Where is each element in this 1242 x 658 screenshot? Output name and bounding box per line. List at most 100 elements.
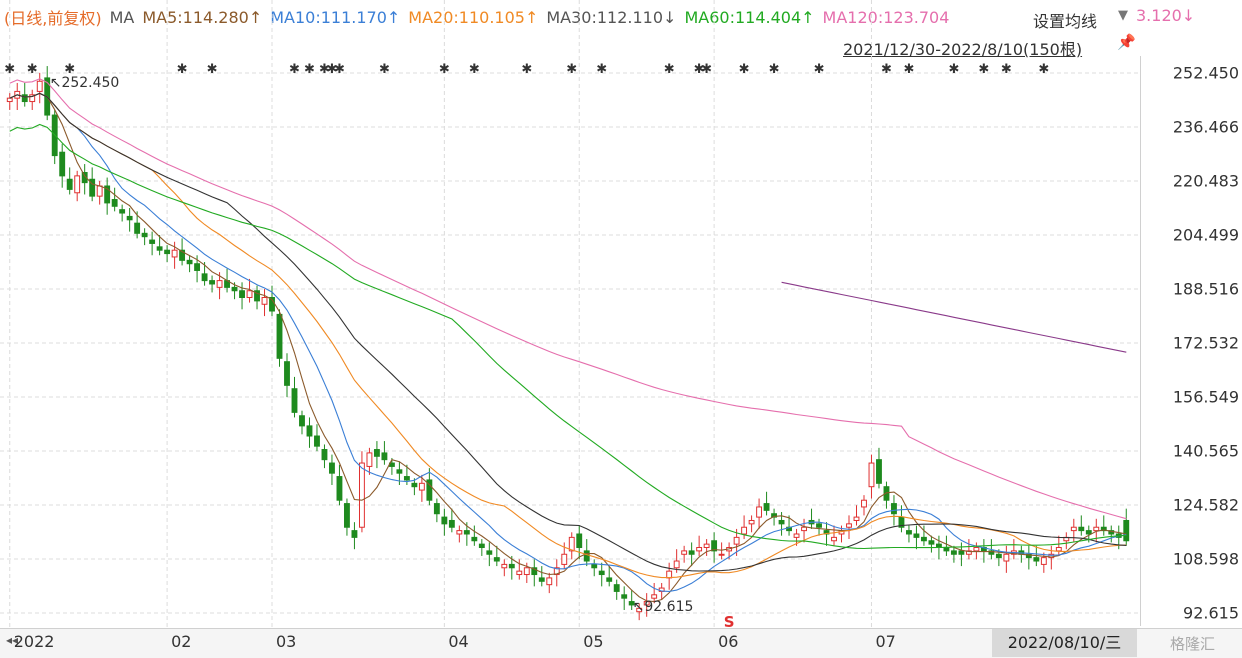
- candle-body: [344, 503, 350, 528]
- y-tick-label: 172.532: [1172, 333, 1239, 353]
- candle-body: [358, 462, 365, 528]
- candlestick-plot[interactable]: ✱ ✱ ✱ ✱ ✱ ✱ ✱ ✱✱✱ ✱ ✱ ✱ ✱ ✱ ✱ ✱ ✱✱ ✱ ✱ ✱ ✱ ✱ ✱ ✱ ✱ ✱ ↖252.450↖92…: [0, 0, 1140, 628]
- x-tick-label: 07: [875, 632, 896, 651]
- candle-body: [853, 516, 860, 521]
- event-mark: ✱: [701, 62, 712, 77]
- candle-body: [995, 553, 1002, 559]
- candle-body: [396, 469, 403, 474]
- candle-body: [973, 547, 980, 552]
- candle-body: [291, 388, 298, 413]
- candle-body: [403, 476, 410, 481]
- kline-chart-panel: (日线,前复权) MA MA5:114.280↑ MA10:111.170↑ M…: [0, 0, 1242, 658]
- candle-body: [688, 550, 695, 555]
- candle-body: [876, 459, 882, 484]
- candle-body: [718, 553, 725, 556]
- candle-body: [621, 594, 628, 599]
- candle-body: [1085, 530, 1092, 535]
- candle-body: [741, 526, 748, 535]
- ma250-value-partial: 3.120↓: [1136, 6, 1196, 25]
- time-axis: ◂◂ 2022 02 03 04 05 06 07 2022/08/10/三 格隆汇: [0, 628, 1242, 658]
- candle-body: [284, 361, 290, 386]
- candle-body: [411, 482, 418, 488]
- y-tick-label: 188.516: [1172, 279, 1239, 299]
- candle-body: [598, 570, 605, 576]
- x-tick-label: 03: [276, 632, 297, 651]
- candle-body: [816, 523, 822, 528]
- watermark-logo: 格隆汇: [1170, 635, 1216, 653]
- candle-body: [1033, 557, 1040, 562]
- candle-body: [561, 553, 568, 565]
- candle-body: [448, 519, 455, 528]
- high-price-label: ↖252.450: [50, 75, 120, 91]
- event-mark: ✱: [1038, 62, 1049, 77]
- candle-body: [801, 526, 807, 532]
- event-mark: ✱: [596, 62, 607, 77]
- event-mark: ✱: [978, 62, 989, 77]
- event-mark: ✱: [521, 62, 532, 77]
- candle-body: [209, 280, 216, 285]
- candle-body: [651, 594, 658, 599]
- candle-body: [381, 452, 388, 461]
- candle-body: [366, 452, 373, 467]
- event-mark: ✱: [439, 62, 450, 77]
- candle-body: [516, 570, 523, 576]
- candle-body: [261, 297, 268, 305]
- ma30-line: [9, 92, 1127, 572]
- candle-body: [1093, 526, 1100, 532]
- candle-body: [1055, 547, 1062, 552]
- event-mark: ✱: [739, 62, 750, 77]
- candle-body: [928, 540, 935, 545]
- candle-body: [149, 239, 156, 244]
- y-tick-label: 108.598: [1172, 549, 1239, 569]
- candle-body: [126, 215, 133, 221]
- candle-body: [134, 222, 141, 234]
- event-mark: ✱: [566, 62, 577, 77]
- candle-body: [66, 178, 73, 190]
- candle-body: [1070, 526, 1077, 532]
- candle-body: [321, 449, 328, 461]
- y-tick-label: 220.483: [1172, 171, 1239, 191]
- event-mark: ✱: [903, 62, 914, 77]
- candle-body: [351, 530, 358, 538]
- y-tick-label: 236.466: [1172, 117, 1239, 137]
- candle-body: [613, 584, 620, 592]
- s-marker: S: [724, 613, 735, 628]
- low-price-label: ↖92.615: [633, 599, 694, 615]
- event-mark: ✱: [379, 62, 390, 77]
- candle-body: [493, 557, 500, 562]
- candle-body: [336, 476, 343, 501]
- candle-body: [673, 560, 680, 569]
- candle-body: [538, 577, 545, 582]
- candle-body: [194, 263, 201, 271]
- candle-body: [164, 249, 171, 255]
- candle-body: [456, 530, 463, 535]
- x-tick-label: 06: [718, 632, 739, 651]
- candle-body: [1123, 519, 1130, 542]
- candle-body: [74, 175, 81, 194]
- candle-body: [21, 94, 28, 103]
- event-mark: ✱: [27, 62, 38, 77]
- candle-body: [478, 543, 485, 549]
- candle-body: [246, 290, 253, 299]
- candle-body: [119, 209, 126, 214]
- candle-body: [523, 567, 530, 576]
- candle-body: [868, 462, 875, 488]
- candle-body: [171, 249, 178, 258]
- candle-body: [216, 280, 223, 288]
- candle-body: [433, 503, 440, 515]
- candle-body: [471, 536, 478, 542]
- candle-body: [666, 570, 673, 579]
- event-mark: ✱: [469, 62, 480, 77]
- candle-body: [239, 290, 245, 299]
- candle-body: [748, 519, 755, 525]
- candle-body: [681, 550, 688, 555]
- candle-body: [583, 550, 590, 562]
- event-mark: ✱: [4, 62, 15, 77]
- ma60-line: [9, 123, 1127, 550]
- candle-body: [441, 516, 448, 525]
- candle-body: [36, 80, 43, 92]
- event-mark: ✱: [1001, 62, 1012, 77]
- candle-body: [891, 503, 897, 515]
- x-tick-label: 02: [171, 632, 192, 651]
- candle-body: [373, 449, 380, 457]
